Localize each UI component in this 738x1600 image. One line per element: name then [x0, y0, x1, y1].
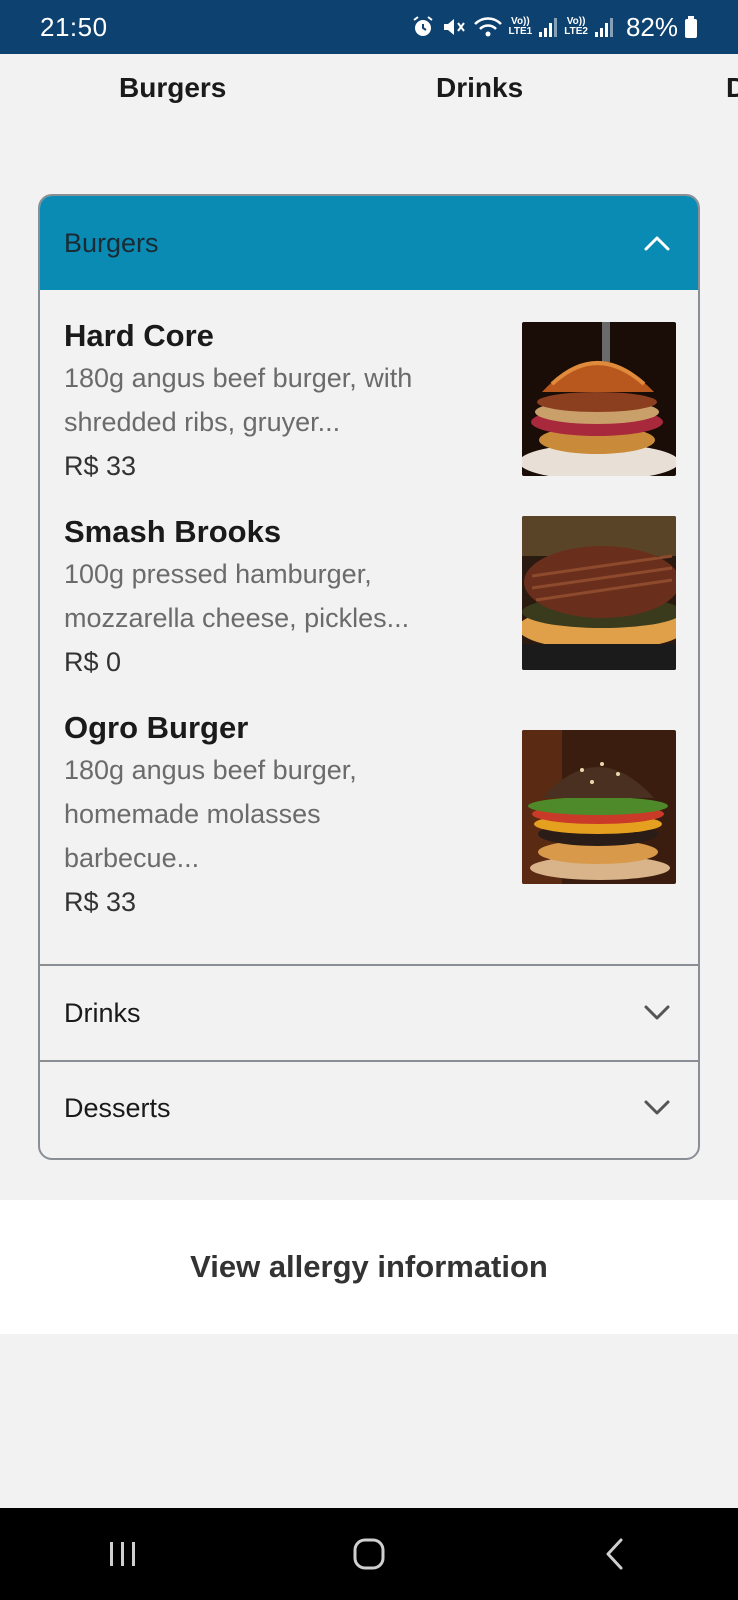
burger-image — [522, 730, 676, 884]
status-icons: Vo)) LTE1 Vo)) LTE2 82% — [411, 12, 698, 43]
accordion-title: Burgers — [64, 227, 159, 258]
status-bar: 21:50 Vo)) LTE1 Vo)) LTE2 82% — [0, 0, 738, 54]
accordion-title: Desserts — [64, 1092, 171, 1123]
menu-item[interactable]: Ogro Burger 180g angus beef burger, home… — [64, 708, 676, 924]
battery-icon — [684, 15, 698, 39]
item-desc-line: mozzarella cheese, pickles... — [64, 603, 410, 633]
item-description: 180g angus beef burger, homemade molasse… — [64, 748, 464, 880]
view-allergy-button[interactable]: View allergy information — [190, 1249, 548, 1285]
system-nav-bar — [0, 1508, 738, 1600]
mute-icon — [441, 15, 467, 39]
item-price: R$ 33 — [64, 887, 137, 917]
burger-image — [522, 322, 676, 476]
chevron-down-icon[interactable] — [640, 996, 674, 1030]
item-desc-line: barbecue... — [64, 843, 200, 873]
accordion-title: Drinks — [64, 997, 141, 1028]
lte1-bottom: LTE1 — [508, 26, 533, 37]
lte2-bottom: LTE2 — [564, 26, 588, 37]
tab-burgers[interactable]: Burgers — [119, 72, 226, 104]
item-desc-line: 180g angus beef burger, with — [64, 363, 413, 393]
item-desc-line: shredded ribs, gruyer... — [64, 407, 341, 437]
item-description: 180g angus beef burger, with shredded ri… — [64, 356, 464, 444]
accordion-header-burgers[interactable]: Burgers — [40, 196, 698, 290]
recent-apps-icon[interactable] — [83, 1524, 163, 1584]
status-time: 21:50 — [40, 11, 108, 42]
wifi-icon — [473, 15, 503, 39]
back-icon[interactable] — [575, 1524, 655, 1584]
tab-desserts-partial[interactable]: D — [726, 72, 738, 104]
item-description: 100g pressed hamburger, mozzarella chees… — [64, 552, 464, 640]
item-desc-line: 180g angus beef burger, — [64, 755, 357, 785]
burger-items: Hard Core 180g angus beef burger, with s… — [40, 290, 698, 966]
battery-percent: 82% — [625, 11, 678, 42]
chevron-down-icon[interactable] — [640, 1091, 674, 1125]
chevron-up-icon[interactable] — [640, 226, 674, 260]
lte2-indicator: Vo)) LTE2 — [564, 17, 588, 37]
signal-icon — [538, 16, 558, 38]
menu-item[interactable]: Smash Brooks 100g pressed hamburger, moz… — [64, 512, 676, 684]
menu-item[interactable]: Hard Core 180g angus beef burger, with s… — [64, 316, 676, 488]
burger-image — [522, 516, 676, 670]
accordion-header-drinks[interactable]: Drinks — [40, 966, 698, 1060]
category-tabs: Burgers Drinks D — [0, 54, 738, 130]
item-desc-line: homemade molasses — [64, 799, 321, 829]
lte1-indicator: Vo)) LTE1 — [509, 17, 533, 37]
allergy-panel: View allergy information — [0, 1200, 738, 1334]
alarm-icon — [411, 15, 435, 39]
menu-accordion: Burgers Hard Core 180g angus beef burger… — [38, 194, 700, 1160]
item-desc-line: 100g pressed hamburger, — [64, 559, 372, 589]
signal-icon — [594, 16, 614, 38]
home-icon[interactable] — [329, 1524, 409, 1584]
tab-drinks[interactable]: Drinks — [436, 72, 523, 104]
accordion-header-desserts[interactable]: Desserts — [40, 1060, 698, 1154]
